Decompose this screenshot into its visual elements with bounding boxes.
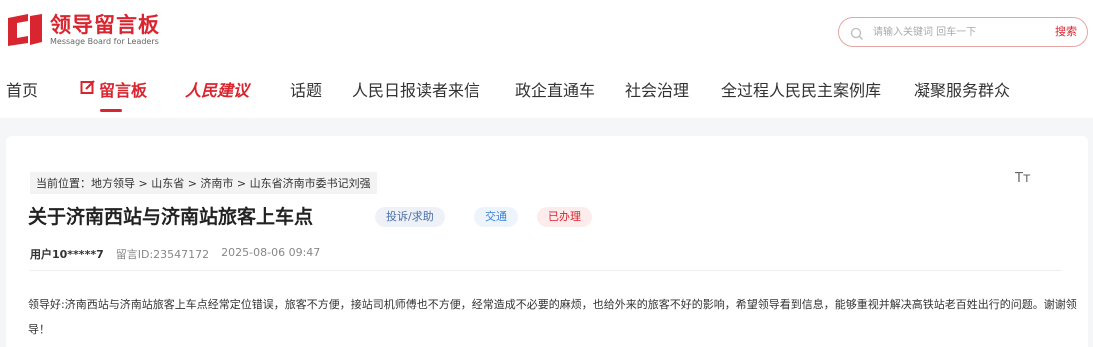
search-input[interactable] <box>873 22 1033 42</box>
nav-item-message-board[interactable]: 留言板 <box>80 77 147 101</box>
site-logo[interactable]: 领导留言板 Message Board for Leaders <box>6 10 160 50</box>
nav-item-democracy-cases[interactable]: 全过程人民民主案例库 <box>721 77 881 101</box>
nav-item-reader-letters[interactable]: 人民日报读者来信 <box>352 77 480 101</box>
post-meta: 用户10*****7 留言ID:23547172 2025-08-06 09:4… <box>30 246 320 262</box>
nav-item-home[interactable]: 首页 <box>6 77 38 101</box>
top-header: 领导留言板 Message Board for Leaders 搜索 首页 留言… <box>0 0 1093 118</box>
tag-domain: 交通 <box>474 207 518 227</box>
breadcrumb: 当前位置：地方领导 > 山东省 > 济南市 > 山东省济南市委书记刘强 <box>30 172 377 194</box>
logo-mark-icon <box>6 12 44 48</box>
breadcrumb-text: 当前位置：地方领导 > 山东省 > 济南市 > 山东省济南市委书记刘强 <box>36 177 371 190</box>
logo-text: 领导留言板 Message Board for Leaders <box>50 13 160 47</box>
search-icon <box>850 26 864 40</box>
nav-item-serve-people[interactable]: 凝聚服务群众 <box>914 77 1010 101</box>
divider <box>30 270 1062 271</box>
tag-type: 投诉/求助 <box>375 207 445 227</box>
search-button[interactable]: 搜索 <box>1055 23 1077 39</box>
post-author: 用户10*****7 <box>30 248 104 261</box>
nav-item-social-governance[interactable]: 社会治理 <box>625 77 689 101</box>
edit-icon <box>80 79 96 99</box>
search-bar: 搜索 <box>838 17 1088 47</box>
post-content: 领导好:济南西站与济南站旅客上车点经常定位错误，旅客不方便，接站司机师傅也不方便… <box>28 298 1077 336</box>
nav-item-message-board-label: 留言板 <box>99 81 148 100</box>
post-datetime: 2025-08-06 09:47 <box>221 246 321 259</box>
font-size-icon[interactable]: Tт <box>1015 171 1031 186</box>
message-id: 留言ID:23547172 <box>115 248 210 261</box>
nav-active-indicator <box>100 109 122 112</box>
status-badge: 已办理 <box>537 207 592 227</box>
nav-item-enterprise-express[interactable]: 政企直通车 <box>515 77 595 101</box>
logo-title: 领导留言板 <box>50 13 160 37</box>
nav-item-people-suggestion[interactable]: 人民建议 <box>185 77 249 101</box>
post-title: 关于济南西站与济南站旅客上车点 <box>28 206 314 228</box>
nav-item-topics[interactable]: 话题 <box>290 77 322 101</box>
logo-subtitle: Message Board for Leaders <box>50 37 159 46</box>
